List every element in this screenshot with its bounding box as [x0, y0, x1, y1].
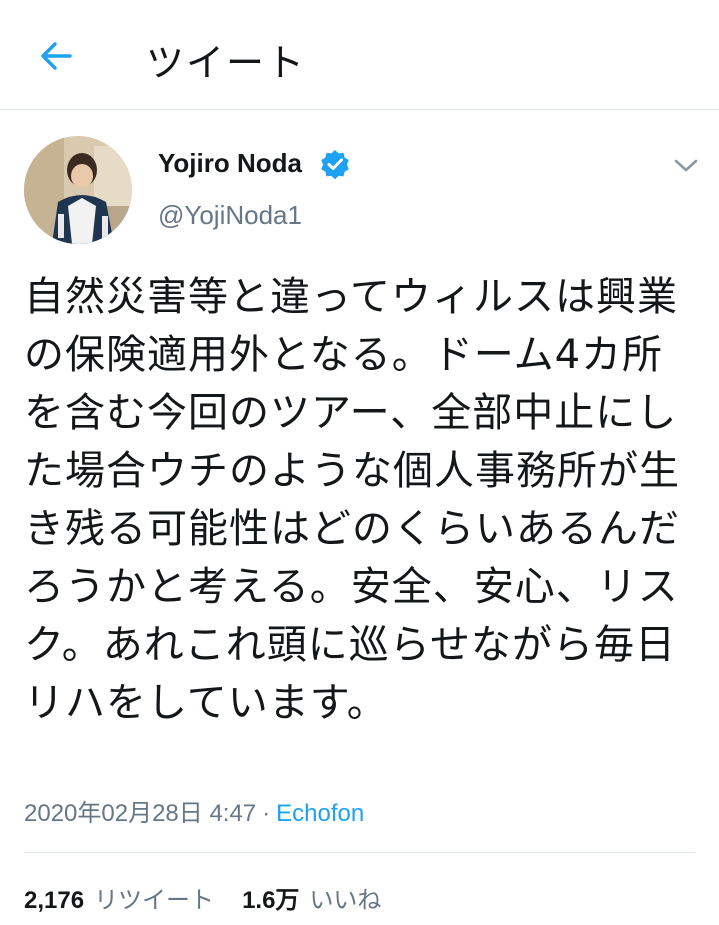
likes-count[interactable]: 1.6万 — [242, 880, 299, 915]
divider — [24, 852, 695, 853]
tweet-menu-button[interactable] — [666, 150, 706, 182]
author-name[interactable]: Yojiro Noda — [158, 148, 302, 179]
avatar[interactable] — [24, 136, 132, 244]
meta-separator: · — [262, 800, 271, 827]
page-title: ツイート — [146, 41, 307, 85]
top-bar: ツイート — [0, 0, 719, 110]
tweet-text: 自然災害等と違ってウィルスは興業の保険適用外となる。ドーム4カ所を含む今回のツア… — [24, 274, 680, 726]
tweet-meta: 2020年02月28日 4:47 · Echofon — [24, 793, 364, 828]
retweets-label[interactable]: リツイート — [94, 880, 214, 915]
chevron-down-icon — [674, 159, 698, 172]
author-handle[interactable]: @YojiNoda1 — [158, 200, 302, 231]
avatar-image — [24, 136, 132, 244]
back-button[interactable] — [26, 28, 86, 84]
arrow-left-icon — [41, 42, 72, 70]
retweets-count[interactable]: 2,176 — [24, 887, 84, 915]
verified-badge-icon — [319, 148, 351, 180]
tweet-stats: 2,176 リツイート 1.6万 いいね — [24, 880, 409, 915]
tweet-source-link[interactable]: Echofon — [276, 800, 364, 827]
tweet-timestamp: 2020年02月28日 4:47 — [24, 800, 257, 827]
tweet-detail-screen: ツイート Yojiro Noda @YojiNoda1 自然災害等と違ってウィル… — [0, 0, 719, 925]
likes-label[interactable]: いいね — [309, 880, 381, 915]
